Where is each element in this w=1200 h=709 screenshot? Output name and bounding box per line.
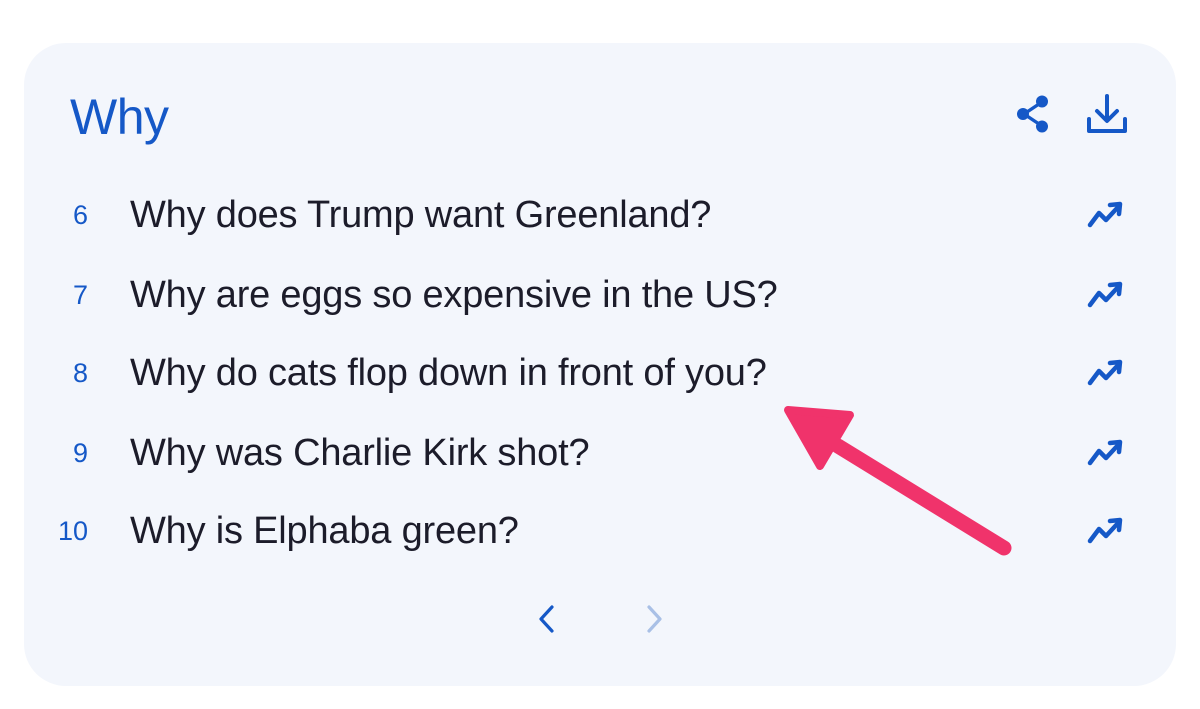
query-text[interactable]: Why are eggs so expensive in the US? [130,265,778,325]
chevron-left-icon [539,605,554,633]
rank-number: 6 [72,200,88,230]
share-icon [1017,95,1048,133]
rank-number: 10 [57,516,88,546]
rank-number: 8 [72,358,88,388]
list-item[interactable]: 8 Why do cats flop down in front of you? [24,343,1176,403]
download-icon [1087,94,1127,133]
rank-number: 9 [72,438,88,468]
query-text[interactable]: Why is Elphaba green? [130,501,519,561]
query-text[interactable]: Why was Charlie Kirk shot? [130,423,590,483]
query-text[interactable]: Why do cats flop down in front of you? [130,343,767,403]
card-title: Why [70,89,169,145]
chevron-right-icon [647,605,662,633]
trending-up-icon [1087,281,1123,308]
trending-card: Why 6 Why does Trump want Greenland? 7 W… [24,43,1176,686]
query-text[interactable]: Why does Trump want Greenland? [130,185,711,245]
rank-number: 7 [72,280,88,310]
list-item[interactable]: 9 Why was Charlie Kirk shot? [24,423,1176,483]
download-button[interactable] [1082,89,1132,139]
trending-up-icon [1087,201,1123,228]
trending-up-icon [1087,359,1123,386]
share-button[interactable] [1010,91,1056,137]
previous-page-button[interactable] [529,599,565,639]
trending-up-icon [1087,517,1123,544]
list-item[interactable]: 10 Why is Elphaba green? [24,501,1176,561]
trending-up-icon [1087,439,1123,466]
list-item[interactable]: 7 Why are eggs so expensive in the US? [24,265,1176,325]
next-page-button [636,599,672,639]
list-item[interactable]: 6 Why does Trump want Greenland? [24,185,1176,245]
